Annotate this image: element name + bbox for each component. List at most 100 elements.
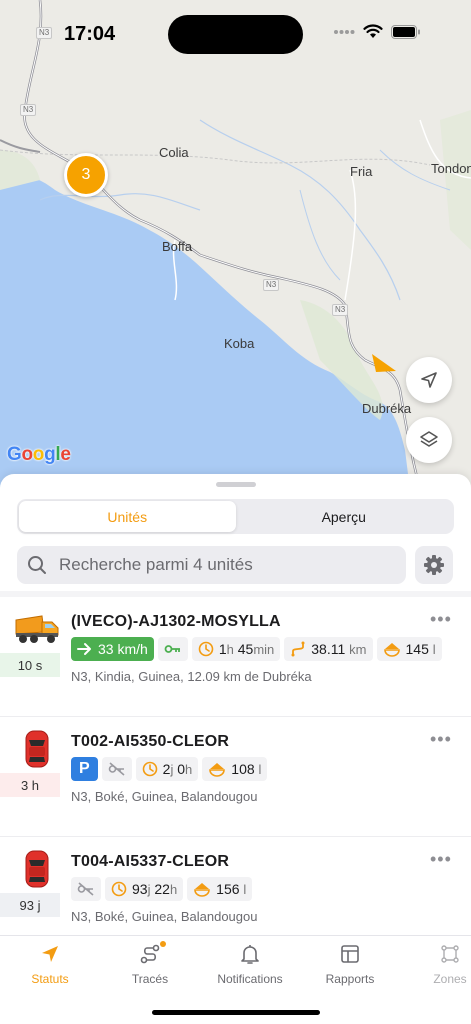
google-logo: Google <box>7 444 71 465</box>
units-bottom-sheet: Unités Aperçu Recherche parmi 4 unités 1… <box>0 474 471 935</box>
unit-address: N3, Boké, Guinea, Balandougou <box>71 789 258 804</box>
tab-apercu[interactable]: Aperçu <box>236 501 453 532</box>
wifi-icon <box>363 24 383 38</box>
fuel-tank-icon <box>383 643 400 657</box>
map-label-colia: Colia <box>159 145 189 160</box>
fuel-badge: 145 l <box>376 637 442 661</box>
last-update-age: 10 s <box>0 653 60 677</box>
tab-rapports[interactable]: Rapports <box>305 942 395 986</box>
tab-label: Statuts <box>31 972 69 986</box>
tab-label: Tracés <box>131 972 169 986</box>
unit-address: N3, Kindia, Guinea, 12.09 km de Dubréka <box>71 669 312 684</box>
locate-me-button[interactable] <box>406 357 452 403</box>
notification-dot <box>160 941 166 947</box>
unit-cluster-marker[interactable]: 3 <box>64 153 108 197</box>
duration-badge: 93j 22h <box>105 877 184 901</box>
road-shield: N3 <box>20 104 37 116</box>
map-label-dubreka: Dubréka <box>362 401 412 416</box>
ignition-off-badge <box>101 757 132 781</box>
unit-badges: P 2j 0h 108 l <box>71 757 268 781</box>
clock-icon <box>142 761 157 777</box>
more-options-button[interactable]: ••• <box>430 849 452 870</box>
location-arrow-icon <box>421 372 437 388</box>
tab-label: Rapports <box>325 972 375 986</box>
tab-label: Notifications <box>217 972 283 986</box>
truck-icon <box>14 611 60 647</box>
geofence-icon <box>441 945 459 963</box>
fuel-tank-icon <box>209 763 226 777</box>
duration-badge: 2j 0h <box>135 757 199 781</box>
battery-icon <box>391 24 420 39</box>
tab-statuts[interactable]: Statuts <box>5 942 95 986</box>
home-indicator <box>152 1010 320 1015</box>
layers-icon <box>420 431 438 447</box>
map-layers-button[interactable] <box>406 417 452 463</box>
key-off-icon <box>108 762 125 776</box>
fuel-value: 145 <box>405 641 429 657</box>
sheet-grabber[interactable] <box>216 482 256 487</box>
unit-badges: 33 km/h 1h 45min 38.11 km 145 l <box>71 637 442 661</box>
key-icon <box>164 645 180 653</box>
parking-badge: P <box>71 757 98 781</box>
clock-icon <box>198 641 214 657</box>
duration-minutes: 45 <box>237 641 254 657</box>
unit-row[interactable]: 10 s (IVECO)-AJ1302-MOSYLLA ••• 33 km/h … <box>0 597 471 717</box>
unit-row[interactable]: 93 j T004-AI5337-CLEOR ••• 93j 22h 156 l… <box>0 837 471 935</box>
speed-badge: 33 km/h <box>71 637 154 661</box>
status-bar: 17:04 <box>0 0 471 60</box>
unit-name: T002-AI5350-CLEOR <box>71 733 230 750</box>
tab-label: Zones <box>433 972 467 986</box>
more-options-button[interactable]: ••• <box>430 729 452 750</box>
tab-zones[interactable]: Zones <box>405 942 471 986</box>
unit-row[interactable]: 3 h T002-AI5350-CLEOR ••• P 2j 0h 108 l … <box>0 717 471 837</box>
bell-icon <box>241 945 259 964</box>
tab-unites[interactable]: Unités <box>19 501 236 532</box>
duration-days: 93 <box>132 881 148 897</box>
fuel-value: 108 <box>231 761 255 777</box>
moving-arrow-icon <box>77 643 91 655</box>
search-input[interactable] <box>59 555 379 575</box>
ignition-badge <box>157 637 188 661</box>
tab-traces[interactable]: Tracés <box>105 941 195 986</box>
cellular-signal-icon <box>334 29 355 34</box>
more-options-button[interactable]: ••• <box>430 609 452 630</box>
clock-icon <box>111 881 127 897</box>
status-time: 17:04 <box>64 23 116 45</box>
map-view[interactable]: Colia Fria Tondon Boffa Koba Dubréka N3 … <box>0 0 471 490</box>
car-icon <box>14 850 60 888</box>
map-label-boffa: Boffa <box>162 239 193 254</box>
key-off-icon <box>77 882 94 896</box>
mileage-value: 38.11 <box>311 641 346 657</box>
duration-hours: 22 <box>154 881 170 897</box>
mileage-badge: 38.11 km <box>284 637 373 661</box>
route-icon <box>291 641 305 657</box>
fuel-tank-icon <box>194 883 210 897</box>
search-icon <box>28 556 46 574</box>
status-icons <box>333 24 421 39</box>
search-bar <box>17 546 406 584</box>
duration-hours: 1 <box>218 641 227 657</box>
dynamic-island <box>168 15 303 54</box>
route-icon <box>140 944 160 964</box>
fuel-value: 156 <box>216 881 240 897</box>
duration-badge: 1h 45min <box>191 637 281 661</box>
vehicle-heading-arrow-icon[interactable] <box>370 352 398 374</box>
settings-button[interactable] <box>415 546 453 584</box>
duration-hours: 0 <box>177 761 186 777</box>
fuel-badge: 108 l <box>202 757 268 781</box>
unit-badges: 93j 22h 156 l <box>71 877 253 901</box>
tab-notifications[interactable]: Notifications <box>205 942 295 986</box>
last-update-age: 93 j <box>0 893 60 917</box>
view-segmented-control: Unités Aperçu <box>17 499 454 534</box>
unit-name: T004-AI5337-CLEOR <box>71 853 230 870</box>
car-icon <box>14 730 60 768</box>
map-label-fria: Fria <box>350 164 373 179</box>
map-base <box>0 0 471 490</box>
unit-name: (IVECO)-AJ1302-MOSYLLA <box>71 613 281 630</box>
last-update-age: 3 h <box>0 773 60 797</box>
road-shield: N3 <box>263 279 280 291</box>
road-shield: N3 <box>332 304 349 316</box>
map-label-koba: Koba <box>224 336 255 351</box>
gear-icon <box>424 555 444 575</box>
map-label-tondon: Tondon <box>431 161 471 176</box>
